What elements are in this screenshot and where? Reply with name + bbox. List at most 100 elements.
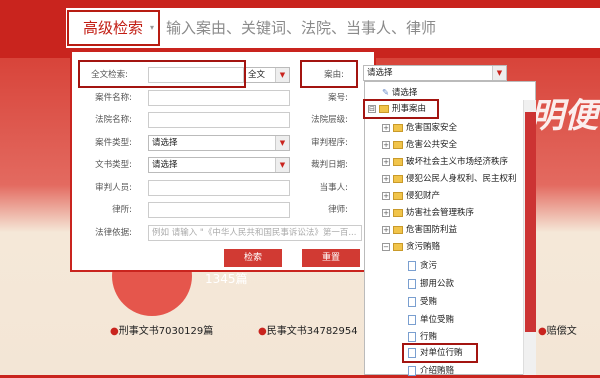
cause-value: 请选择 bbox=[367, 68, 393, 78]
fulltext-scope-select[interactable]: 全文 ▼ bbox=[244, 67, 290, 83]
tree-item-bribery-offer[interactable]: 行贿 bbox=[408, 330, 437, 344]
tree-item-label: 侵犯公民人身权利、民主权利 bbox=[406, 174, 517, 184]
tree-item-corruption[interactable]: − 贪污贿赂 bbox=[382, 240, 440, 254]
tree-item-label: 贪污贿赂 bbox=[406, 242, 441, 252]
tree-item-misappropriation[interactable]: 挪用公款 bbox=[408, 277, 454, 291]
lawyer-firm-input[interactable] bbox=[148, 202, 290, 218]
folder-icon bbox=[393, 208, 403, 217]
case-name-input[interactable] bbox=[148, 90, 290, 106]
tree-root-label: 请选择 bbox=[391, 88, 418, 98]
stat-civil-text: 民事文书34782954 bbox=[266, 326, 358, 337]
dropdown-arrow-icon: ▼ bbox=[275, 158, 289, 172]
expand-icon[interactable]: + bbox=[382, 174, 390, 183]
tree-item-label: 妨害社会管理秩序 bbox=[406, 208, 475, 218]
doc-type-label: 文书类型: bbox=[95, 160, 132, 170]
stat-count: 1345篇 bbox=[205, 272, 248, 286]
document-icon bbox=[408, 296, 416, 307]
tree-item-embezzlement[interactable]: 贪污 bbox=[408, 259, 437, 273]
tree-item-label: 对单位行贿 bbox=[420, 348, 463, 358]
fulltext-highlight bbox=[78, 60, 246, 88]
dropdown-arrow-icon: ▼ bbox=[492, 66, 506, 80]
tree-item-bribery-accept[interactable]: 受贿 bbox=[408, 295, 437, 309]
banner-slogan: 明便 bbox=[530, 96, 598, 136]
tree-item-public-safety[interactable]: + 危害公共安全 bbox=[382, 138, 457, 152]
stat-compensation-text: 赔偿文 bbox=[546, 326, 577, 337]
expand-icon[interactable]: + bbox=[382, 225, 390, 234]
lawyer-label: 律师: bbox=[328, 205, 348, 215]
dropdown-arrow-icon: ▼ bbox=[275, 68, 289, 82]
tree-item-label: 受贿 bbox=[420, 297, 438, 307]
tree-scrollbar[interactable] bbox=[523, 100, 536, 375]
case-type-select[interactable]: 请选择 ▼ bbox=[148, 135, 290, 151]
tag-icon: ✎ bbox=[382, 88, 390, 98]
document-icon bbox=[408, 260, 416, 271]
collapse-icon[interactable]: ⊟ bbox=[368, 104, 376, 113]
expand-icon[interactable]: + bbox=[382, 191, 390, 200]
legal-basis-input[interactable]: 例如 请输入 "《中华人民共和国民事诉讼法》第一百... bbox=[148, 225, 362, 241]
lawyer-firm-label: 律所: bbox=[112, 205, 132, 215]
tree-item-unit-bribery-offer[interactable]: 对单位行贿 bbox=[408, 346, 463, 360]
tree-item-label: 危害国防利益 bbox=[406, 225, 458, 235]
court-level-label: 法院层级: bbox=[311, 115, 348, 125]
doc-type-value: 请选择 bbox=[152, 160, 178, 170]
tree-item-defense[interactable]: + 危害国防利益 bbox=[382, 223, 457, 237]
fulltext-scope-value: 全文 bbox=[248, 70, 266, 80]
expand-icon[interactable]: + bbox=[382, 208, 390, 217]
folder-icon bbox=[379, 104, 389, 113]
court-name-input[interactable] bbox=[148, 112, 290, 128]
document-icon bbox=[408, 331, 416, 342]
tree-item-label: 单位受贿 bbox=[420, 315, 455, 325]
tree-item-label: 危害国家安全 bbox=[406, 123, 458, 133]
stat-criminal-text: 刑事文书7030129篇 bbox=[118, 326, 214, 337]
advanced-search-button[interactable]: 高级检索 ▾ bbox=[67, 10, 160, 46]
judge-label: 审判人员: bbox=[95, 183, 132, 193]
advanced-search-label: 高级检索 bbox=[83, 19, 144, 37]
tree-item-label: 挪用公款 bbox=[420, 279, 455, 289]
collapse-icon[interactable]: − bbox=[382, 242, 390, 251]
judge-input[interactable] bbox=[148, 180, 290, 196]
tree-item-label: 刑事案由 bbox=[392, 104, 427, 114]
document-icon bbox=[408, 278, 416, 289]
stat-compensation[interactable]: ●赔偿文 bbox=[538, 322, 577, 337]
tree-item-market-order[interactable]: + 破坏社会主义市场经济秩序 bbox=[382, 155, 508, 169]
stat-criminal[interactable]: ●刑事文书7030129篇 bbox=[110, 322, 213, 337]
legal-basis-label: 法律依据: bbox=[95, 228, 132, 238]
reset-button[interactable]: 重置 bbox=[302, 249, 360, 267]
tree-item-label: 侵犯财产 bbox=[406, 191, 441, 201]
case-type-label: 案件类型: bbox=[95, 138, 132, 148]
party-label: 当事人: bbox=[319, 183, 348, 193]
folder-icon bbox=[393, 174, 403, 183]
expand-icon[interactable]: + bbox=[382, 157, 390, 166]
document-icon bbox=[408, 365, 416, 376]
tree-item-personal-rights[interactable]: + 侵犯公民人身权利、民主权利 bbox=[382, 172, 517, 186]
tree-item-label: 贪污 bbox=[420, 261, 438, 271]
cause-select[interactable]: 请选择 ▼ bbox=[363, 65, 507, 81]
folder-icon bbox=[393, 191, 403, 200]
case-no-label: 案号: bbox=[328, 93, 348, 103]
tree-item-label: 破坏社会主义市场经济秩序 bbox=[406, 157, 509, 167]
advanced-search-panel: 全文检索: 全文 ▼ 案件名称: 法院名称: 案件类型: 请选择 ▼ 文书类型:… bbox=[70, 50, 376, 272]
tree-item-intro-bribery[interactable]: 介绍贿赂 bbox=[408, 364, 454, 378]
search-button[interactable]: 检索 bbox=[224, 249, 282, 267]
trial-proc-label: 审判程序: bbox=[311, 138, 348, 148]
doc-type-select[interactable]: 请选择 ▼ bbox=[148, 157, 290, 173]
chevron-down-icon: ▾ bbox=[149, 23, 154, 32]
expand-icon[interactable]: + bbox=[382, 123, 390, 132]
tree-item-social-order[interactable]: + 妨害社会管理秩序 bbox=[382, 206, 474, 220]
search-input[interactable]: 输入案由、关键词、法院、当事人、律师 bbox=[166, 17, 436, 38]
case-name-label: 案件名称: bbox=[95, 93, 132, 103]
dropdown-arrow-icon: ▼ bbox=[275, 136, 289, 150]
judge-date-label: 裁判日期: bbox=[311, 160, 348, 170]
tree-item-criminal[interactable]: ⊟ 刑事案由 bbox=[368, 102, 426, 116]
tree-item-unit-bribery-accept[interactable]: 单位受贿 bbox=[408, 313, 454, 327]
tree-root[interactable]: ✎ 请选择 bbox=[382, 86, 417, 100]
expand-icon[interactable]: + bbox=[382, 140, 390, 149]
folder-icon bbox=[393, 140, 403, 149]
tree-item-property[interactable]: + 侵犯财产 bbox=[382, 189, 440, 203]
stat-civil[interactable]: ●民事文书34782954 bbox=[258, 322, 358, 337]
scrollbar-thumb[interactable] bbox=[525, 112, 536, 332]
tree-item-national-security[interactable]: + 危害国家安全 bbox=[382, 121, 457, 135]
document-icon bbox=[408, 347, 416, 358]
document-icon bbox=[408, 314, 416, 325]
folder-icon bbox=[393, 157, 403, 166]
